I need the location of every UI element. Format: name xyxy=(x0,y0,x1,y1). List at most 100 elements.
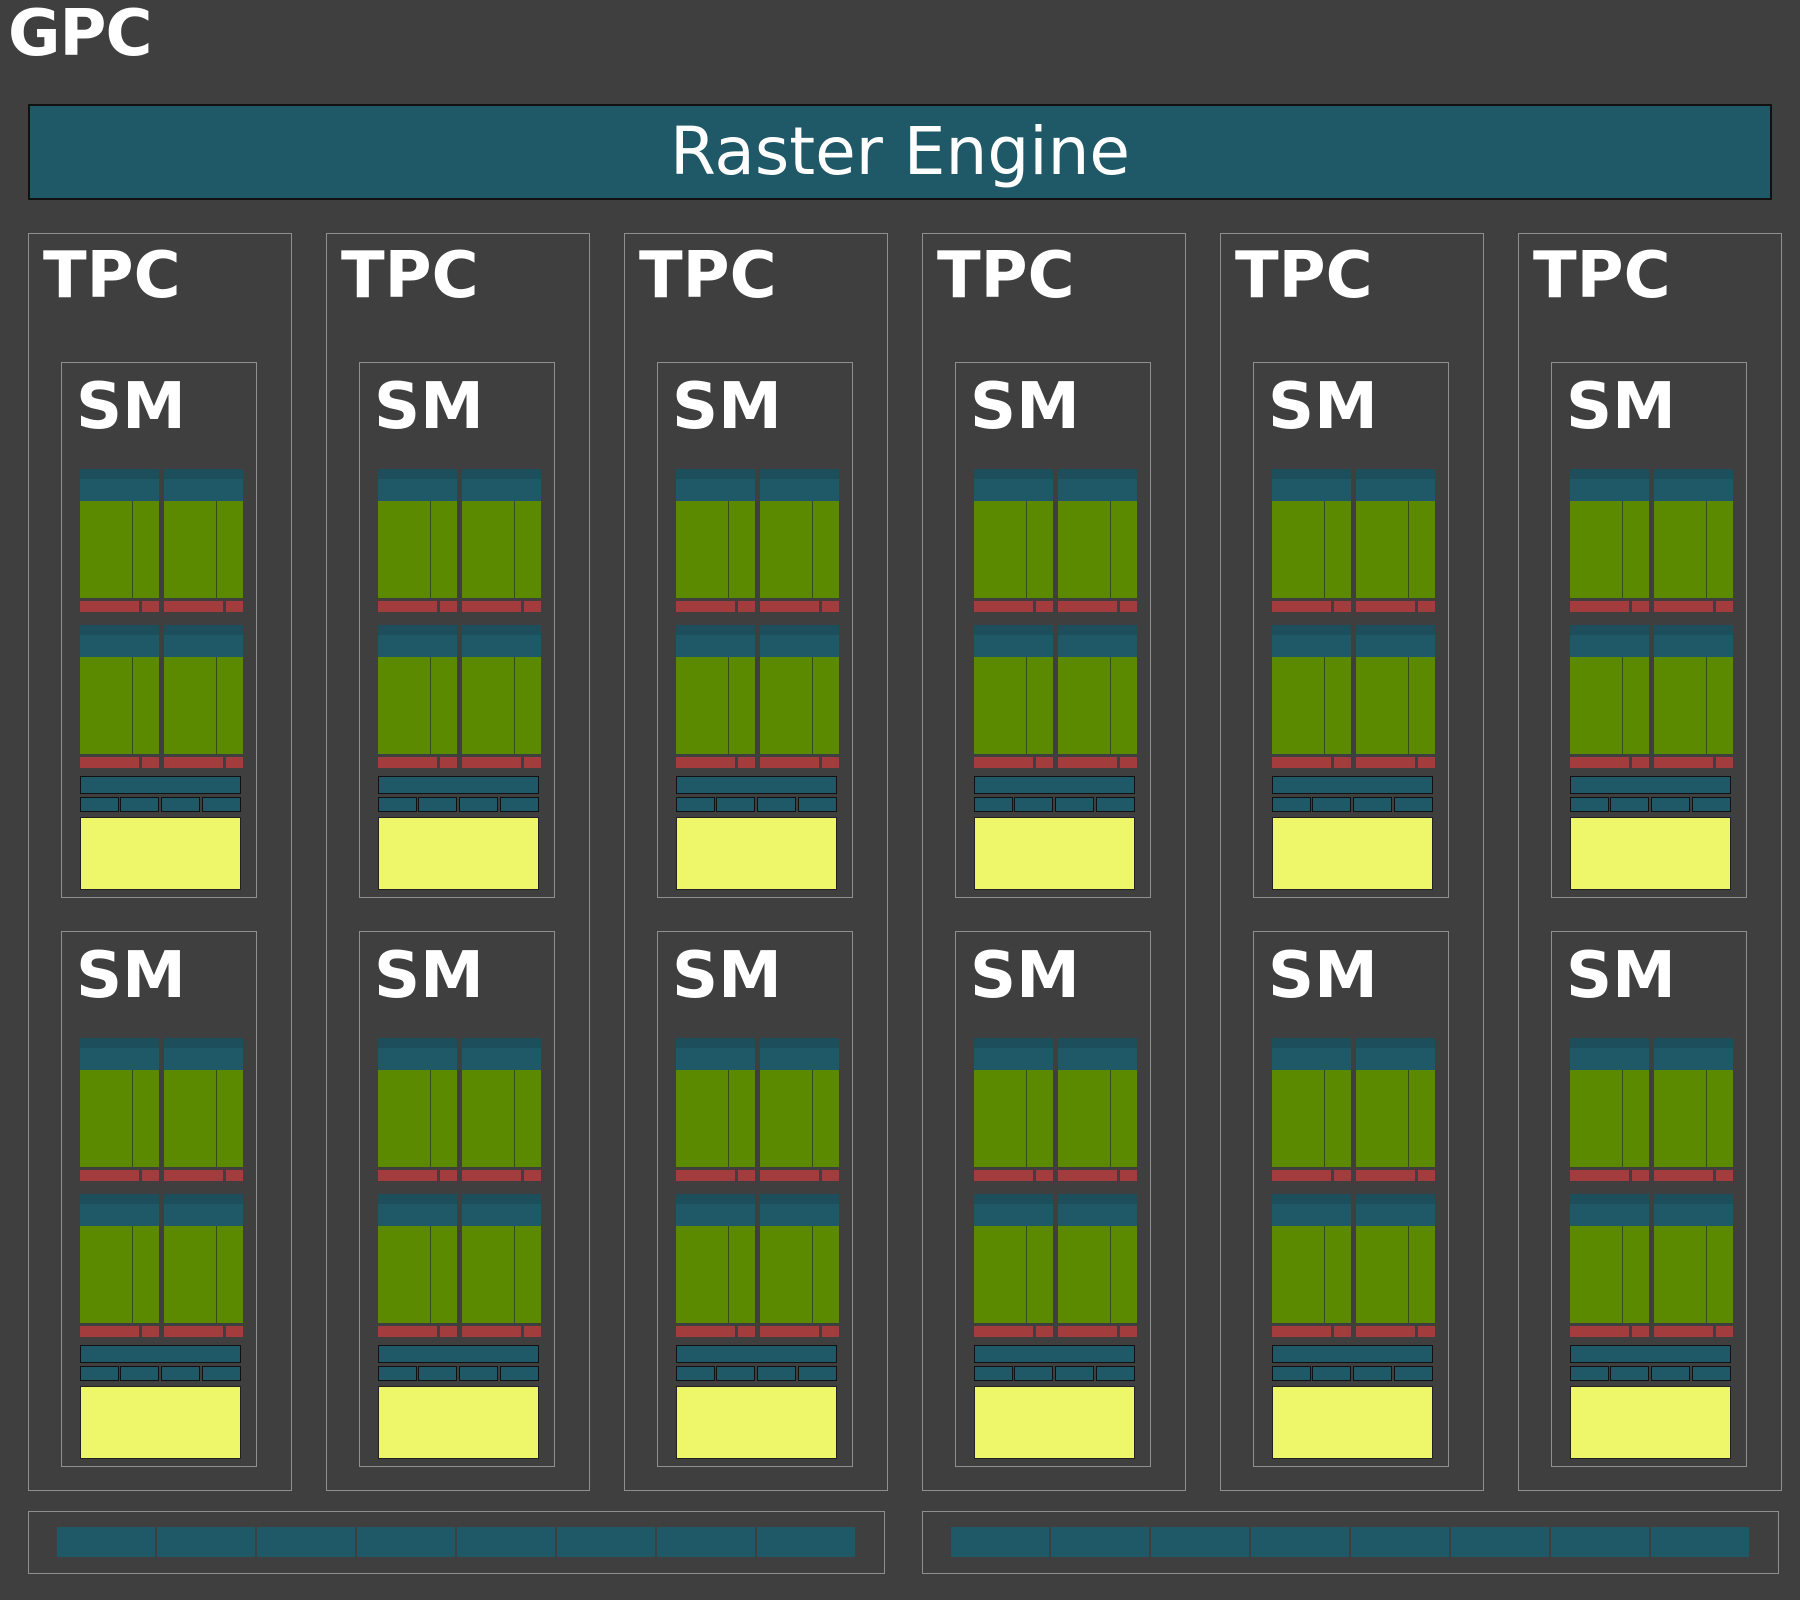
texture-unit xyxy=(1570,1366,1609,1381)
pb-hdr1 xyxy=(760,469,839,479)
texture-unit xyxy=(1394,797,1433,812)
texture-unit xyxy=(500,1366,539,1381)
pb-hdr1 xyxy=(676,1038,755,1048)
pb-main xyxy=(1058,1070,1111,1167)
pb-red2 xyxy=(1418,601,1435,612)
pb-main xyxy=(1356,501,1409,598)
pb-hdr1 xyxy=(676,625,755,635)
pb-hdr2 xyxy=(1058,1204,1137,1226)
pb-red2 xyxy=(1036,601,1053,612)
pb-red2 xyxy=(524,601,541,612)
pb-main xyxy=(974,501,1027,598)
pb-side xyxy=(1325,1070,1351,1167)
processing-block xyxy=(462,1038,541,1183)
pb-main xyxy=(1570,501,1623,598)
processing-block xyxy=(1570,625,1649,770)
pb-main xyxy=(164,501,217,598)
pb-red1 xyxy=(676,1170,735,1181)
sm-label: SM xyxy=(76,370,186,444)
shared-unit xyxy=(657,1527,756,1557)
pb-hdr2 xyxy=(1356,635,1435,657)
pb-hdr2 xyxy=(1272,479,1351,501)
pb-red2 xyxy=(226,1326,243,1337)
pb-side xyxy=(813,1226,839,1323)
pb-hdr1 xyxy=(1272,469,1351,479)
pb-red1 xyxy=(164,1326,223,1337)
texture-unit xyxy=(459,1366,498,1381)
pb-hdr2 xyxy=(760,1204,839,1226)
pb-main xyxy=(760,1226,813,1323)
pb-side xyxy=(1409,657,1435,754)
texture-unit xyxy=(798,797,837,812)
pb-side xyxy=(1325,1226,1351,1323)
pb-hdr1 xyxy=(378,625,457,635)
processing-block xyxy=(676,625,755,770)
pb-main xyxy=(462,1226,515,1323)
pb-side xyxy=(1623,501,1649,598)
texture-unit xyxy=(1353,1366,1392,1381)
pb-red1 xyxy=(1654,601,1713,612)
pb-hdr1 xyxy=(974,625,1053,635)
pb-red2 xyxy=(1716,601,1733,612)
sm-block: SM xyxy=(1551,362,1747,898)
pb-hdr1 xyxy=(462,1194,541,1204)
pb-main xyxy=(378,1226,431,1323)
texture-unit xyxy=(161,797,200,812)
load-store-bar xyxy=(80,1345,241,1363)
texture-unit xyxy=(1272,797,1311,812)
texture-unit xyxy=(202,1366,241,1381)
texture-unit xyxy=(378,797,417,812)
pb-hdr2 xyxy=(80,479,159,501)
processing-block xyxy=(1654,625,1733,770)
pb-red2 xyxy=(1716,1326,1733,1337)
sm-label: SM xyxy=(1566,370,1676,444)
pb-red2 xyxy=(1632,1326,1649,1337)
sm-label: SM xyxy=(970,370,1080,444)
pb-side xyxy=(1027,501,1053,598)
load-store-bar xyxy=(1272,776,1433,794)
pb-hdr1 xyxy=(1356,1194,1435,1204)
pb-hdr2 xyxy=(164,1204,243,1226)
pb-hdr2 xyxy=(1356,1204,1435,1226)
texture-unit xyxy=(974,1366,1013,1381)
pb-red1 xyxy=(378,757,437,768)
pb-side xyxy=(1623,1226,1649,1323)
tpc-label: TPC xyxy=(1533,239,1671,313)
pb-main xyxy=(462,1070,515,1167)
pb-hdr2 xyxy=(164,1048,243,1070)
pb-red2 xyxy=(822,757,839,768)
processing-block xyxy=(1654,469,1733,614)
pb-hdr1 xyxy=(80,1038,159,1048)
processing-block xyxy=(1272,469,1351,614)
pb-main xyxy=(1356,657,1409,754)
sm-block: SM xyxy=(955,931,1151,1467)
pb-side xyxy=(133,501,159,598)
processing-block xyxy=(462,469,541,614)
pb-red1 xyxy=(676,1326,735,1337)
pb-main xyxy=(1356,1226,1409,1323)
pb-red2 xyxy=(524,757,541,768)
pb-hdr1 xyxy=(462,625,541,635)
pb-hdr2 xyxy=(974,1048,1053,1070)
pb-hdr1 xyxy=(1570,1194,1649,1204)
pb-hdr1 xyxy=(1570,469,1649,479)
pb-red2 xyxy=(1716,1170,1733,1181)
pb-side xyxy=(1325,501,1351,598)
load-store-bar xyxy=(676,1345,837,1363)
load-store-bar xyxy=(1570,776,1731,794)
pb-main xyxy=(1654,657,1707,754)
tpc-block: TPC SM SM xyxy=(922,233,1186,1491)
pb-red2 xyxy=(1418,1170,1435,1181)
pb-main xyxy=(974,657,1027,754)
pb-side xyxy=(729,1226,755,1323)
pb-main xyxy=(760,501,813,598)
pb-main xyxy=(760,1070,813,1167)
texture-unit xyxy=(716,1366,755,1381)
pb-red1 xyxy=(1356,757,1415,768)
processing-block xyxy=(1058,469,1137,614)
sm-block: SM xyxy=(1253,362,1449,898)
processing-block xyxy=(974,1038,1053,1183)
pb-red1 xyxy=(1272,601,1331,612)
pb-main xyxy=(1272,1226,1325,1323)
sm-label: SM xyxy=(374,939,484,1013)
